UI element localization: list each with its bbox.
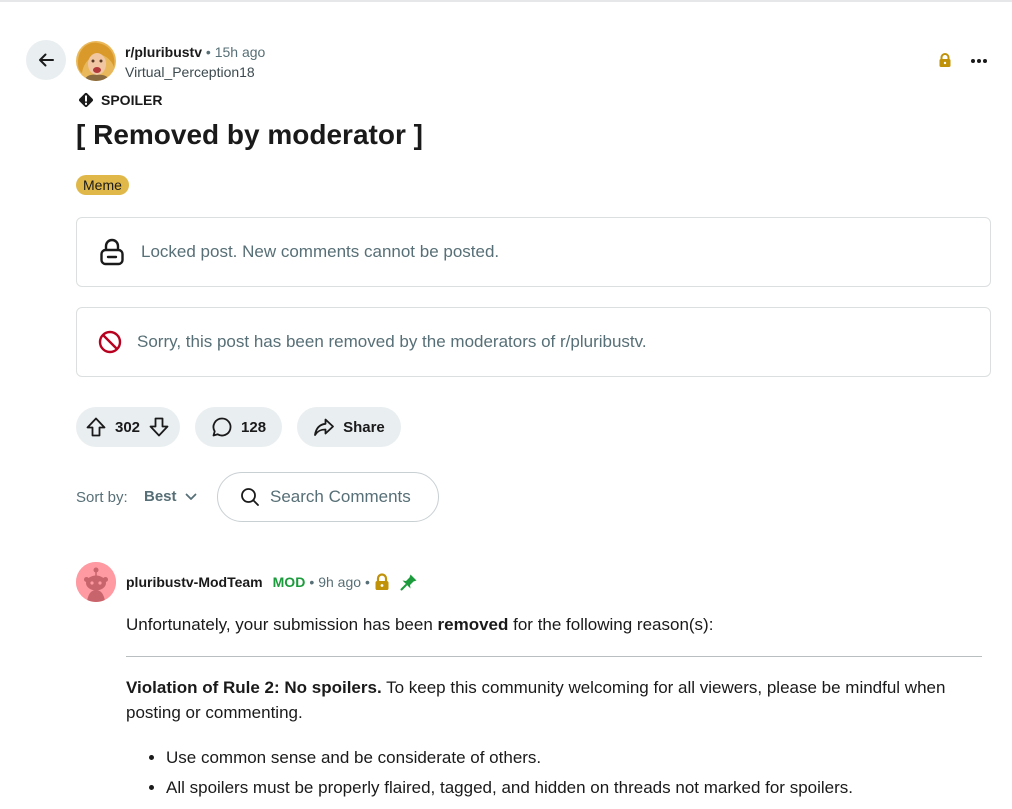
author-link[interactable]: Virtual_Perception18 <box>125 63 265 81</box>
list-item: Use common sense and be considerate of o… <box>166 745 982 770</box>
removed-notice: Sorry, this post has been removed by the… <box>76 307 991 377</box>
comments-button[interactable]: 128 <box>195 407 283 447</box>
search-comments-input[interactable] <box>270 487 430 507</box>
spoiler-label: SPOILER <box>101 92 163 108</box>
meta-separator: • <box>365 574 370 590</box>
spoiler-warning-icon <box>79 93 93 107</box>
comment-time: 9h ago <box>318 574 362 590</box>
top-divider <box>0 0 1012 2</box>
comment-divider <box>126 656 982 657</box>
subreddit-link[interactable]: r/pluribustv <box>125 44 202 60</box>
back-button[interactable] <box>26 40 66 80</box>
post-flair[interactable]: Meme <box>76 175 129 195</box>
upvote-button[interactable] <box>85 416 107 438</box>
post-title: [ Removed by moderator ] <box>76 119 423 150</box>
share-label: Share <box>343 418 385 436</box>
upvote-arrow-icon <box>86 417 106 437</box>
rule-title: Violation of Rule 2: No spoilers. <box>126 678 382 697</box>
search-icon <box>241 488 259 506</box>
pin-icon <box>400 574 417 591</box>
downvote-button[interactable] <box>148 416 170 438</box>
ellipsis-icon <box>971 59 987 63</box>
vote-count: 302 <box>115 418 141 436</box>
vote-control: 302 <box>76 407 181 447</box>
comment-meta: pluribustv-ModTeam MOD • 9h ago • <box>126 573 418 591</box>
lock-outline-icon <box>100 238 124 266</box>
sort-label: Sort by: <box>76 489 128 506</box>
sort-dropdown[interactable]: Best <box>144 488 197 505</box>
meta-separator: • <box>205 44 211 60</box>
lock-icon <box>375 573 389 590</box>
list-item: All spoilers must be properly flaired, t… <box>166 775 982 800</box>
share-arrow-icon <box>314 418 334 436</box>
comment-intro: Unfortunately, your submission has been … <box>126 615 714 634</box>
lock-icon <box>938 53 952 73</box>
comment-body: Unfortunately, your submission has been … <box>126 612 982 805</box>
removed-notice-text: Sorry, this post has been removed by the… <box>137 332 647 351</box>
post-time: 15h ago <box>214 44 266 60</box>
downvote-arrow-icon <box>149 417 169 437</box>
locked-notice: Locked post. New comments cannot be post… <box>76 217 991 287</box>
mod-badge: MOD <box>272 574 306 590</box>
rule-paragraph: Violation of Rule 2: No spoilers. To kee… <box>126 675 982 725</box>
prohibited-icon <box>98 330 122 354</box>
post-meta: r/pluribustv • 15h ago Virtual_Perceptio… <box>125 43 265 81</box>
subreddit-avatar[interactable] <box>76 41 116 81</box>
arrow-left-icon <box>39 53 54 67</box>
commenter-avatar[interactable] <box>76 562 116 602</box>
share-button[interactable]: Share <box>297 407 401 447</box>
locked-notice-text: Locked post. New comments cannot be post… <box>141 242 500 261</box>
comment-bubble-icon <box>212 417 232 437</box>
post-actions: 302 128 Share <box>76 407 401 447</box>
spoiler-tag: SPOILER <box>77 91 162 109</box>
comment-username[interactable]: pluribustv-ModTeam <box>126 574 263 590</box>
rule-bullets: Use common sense and be considerate of o… <box>126 745 982 800</box>
comment-count: 128 <box>241 418 267 436</box>
chevron-down-icon <box>185 493 196 500</box>
more-options-button[interactable] <box>966 48 992 74</box>
sort-value: Best <box>144 488 177 505</box>
search-comments-box[interactable] <box>217 472 439 522</box>
meta-separator: • <box>309 574 315 590</box>
